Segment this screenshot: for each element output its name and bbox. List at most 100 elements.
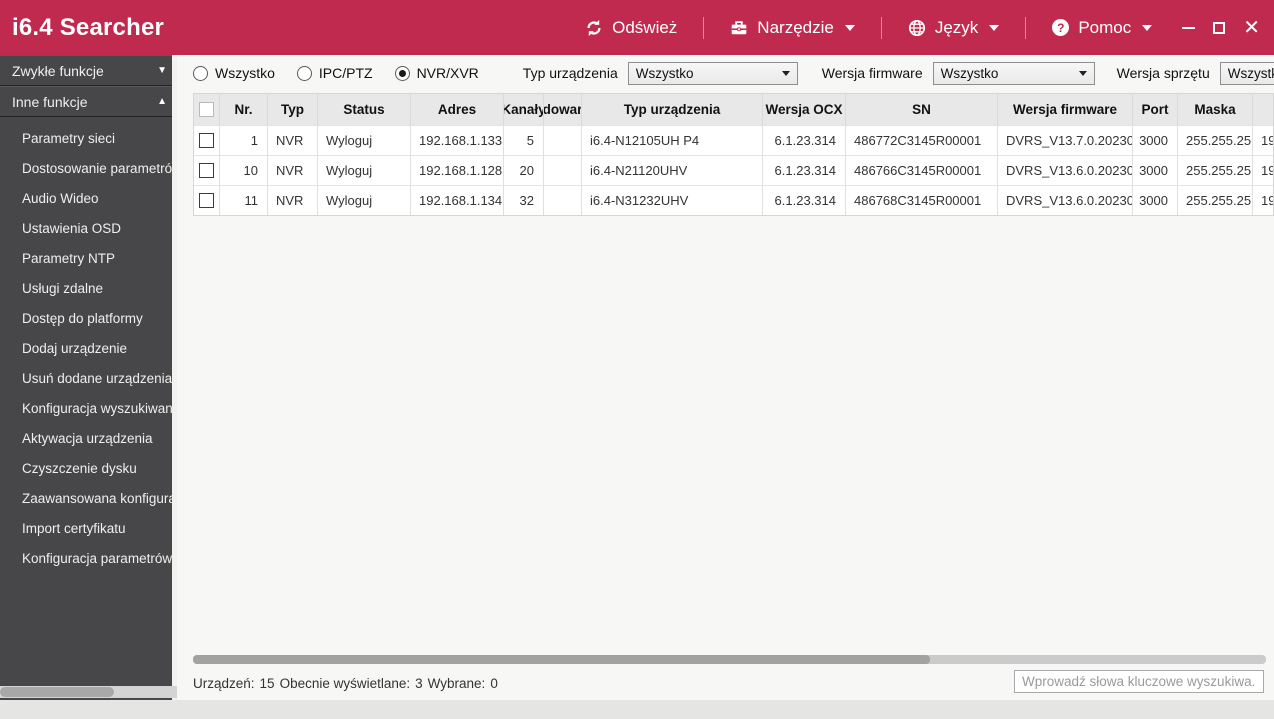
sidebar-item-osd-settings[interactable]: Ustawienia OSD	[0, 213, 177, 243]
cell-nr: 1	[220, 126, 268, 155]
chevron-up-icon: ▲	[157, 96, 167, 107]
cell-kanaly: 20	[504, 156, 544, 185]
radio-ipc-ptz[interactable]: IPC/PTZ	[296, 65, 373, 81]
col-adres[interactable]: Adres	[411, 94, 504, 125]
refresh-button[interactable]: Odśwież	[559, 18, 703, 38]
row-checkbox[interactable]	[199, 193, 214, 208]
table-row[interactable]: 10 NVR Wyloguj 192.168.1.128 20 i6.4-N21…	[194, 155, 1273, 185]
cell-wersja-ocx: 6.1.23.314	[763, 156, 846, 185]
sidebar-item-remote-services[interactable]: Usługi zdalne	[0, 273, 177, 303]
sidebar-item-search-config[interactable]: Konfiguracja wyszukiwania	[0, 393, 177, 423]
cell-sn: 486766C3145R00001	[846, 156, 998, 185]
sidebar-item-adjust-network-params[interactable]: Dostosowanie parametrów sie	[0, 153, 177, 183]
table-row[interactable]: 1 NVR Wyloguj 192.168.1.133 5 i6.4-N1210…	[194, 125, 1273, 155]
firmware-version-filter-label: Wersja firmware	[821, 65, 923, 81]
firmware-version-select[interactable]: Wszystko	[932, 61, 1095, 85]
cell-nr: 11	[220, 186, 268, 215]
sidebar-section-common-functions[interactable]: Zwykłe funkcje ▼	[0, 55, 177, 86]
table-header-row: Nr. Typ Status Adres Kanały dowar Typ ur…	[194, 94, 1273, 125]
col-clipped[interactable]: dowar	[544, 94, 582, 125]
section-label: Inne funkcje	[12, 93, 88, 110]
sidebar-item-network-params[interactable]: Parametry sieci	[0, 123, 177, 153]
cell-wersja-ocx: 6.1.23.314	[763, 186, 846, 215]
hardware-version-select[interactable]: Wszystko	[1219, 61, 1274, 85]
col-status[interactable]: Status	[318, 94, 411, 125]
sidebar-item-audio-video[interactable]: Audio Wideo	[0, 183, 177, 213]
col-wersja-ocx[interactable]: Wersja OCX	[763, 94, 846, 125]
col-sn[interactable]: SN	[846, 94, 998, 125]
sidebar-horizontal-scrollbar[interactable]	[0, 686, 177, 698]
tools-menu-button[interactable]: Narzędzie	[704, 18, 881, 38]
sidebar-item-device-activation[interactable]: Aktywacja urządzenia	[0, 423, 177, 453]
table-scrollbar-thumb[interactable]	[193, 655, 930, 664]
help-menu-button[interactable]: ? Pomoc	[1026, 18, 1178, 38]
globe-icon	[908, 19, 926, 37]
main-content: Wszystko IPC/PTZ NVR/XVR Typ urządzenia …	[177, 55, 1274, 700]
devices-label: Urządzeń:	[193, 675, 255, 691]
refresh-label: Odśwież	[612, 17, 678, 37]
search-input[interactable]	[1014, 670, 1264, 693]
titlebar: i6.4 Searcher Odśwież Narzędzie Język ? …	[0, 0, 1274, 55]
sidebar-item-import-certificate[interactable]: Import certyfikatu	[0, 513, 177, 543]
header-checkbox-cell	[194, 94, 220, 125]
sidebar-item-remove-added-devices[interactable]: Usuń dodane urządzenia	[0, 363, 177, 393]
sidebar-item-disk-cleanup[interactable]: Czyszczenie dysku	[0, 453, 177, 483]
col-typ-urzadzenia[interactable]: Typ urządzenia	[582, 94, 763, 125]
row-checkbox-cell	[194, 186, 220, 215]
cell-adres: 192.168.1.133	[411, 126, 504, 155]
device-table: Nr. Typ Status Adres Kanały dowar Typ ur…	[193, 93, 1274, 216]
close-button[interactable]: ✕	[1243, 18, 1260, 38]
table-horizontal-scrollbar[interactable]	[193, 655, 1266, 664]
cell-maska: 255.255.25...	[1178, 156, 1253, 185]
col-typ[interactable]: Typ	[268, 94, 318, 125]
sidebar-section-other-functions[interactable]: Inne funkcje ▲	[0, 86, 177, 117]
chevron-down-icon	[844, 24, 855, 31]
col-maska[interactable]: Maska	[1178, 94, 1253, 125]
col-kanaly[interactable]: Kanały	[504, 94, 544, 125]
col-port[interactable]: Port	[1133, 94, 1178, 125]
table-row[interactable]: 11 NVR Wyloguj 192.168.1.134 32 i6.4-N31…	[194, 185, 1273, 215]
chevron-down-icon	[989, 24, 1000, 31]
sidebar-item-add-device[interactable]: Dodaj urządzenie	[0, 333, 177, 363]
sidebar-item-network-params-config[interactable]: Konfiguracja parametrów siec	[0, 543, 177, 573]
radio-all[interactable]: Wszystko	[193, 65, 275, 81]
radio-nvr-xvr[interactable]: NVR/XVR	[394, 65, 479, 81]
selected-value: Wszystko	[1227, 65, 1274, 81]
col-wersja-firmware[interactable]: Wersja firmware	[998, 94, 1133, 125]
dropdown-filters: Typ urządzenia Wszystko Wersja firmware …	[523, 61, 1274, 85]
devices-count: 15	[259, 675, 275, 691]
minimize-button[interactable]	[1182, 26, 1196, 29]
search-box	[1014, 670, 1264, 693]
cell-maska: 255.255.25...	[1178, 126, 1253, 155]
maximize-button[interactable]	[1213, 21, 1226, 34]
toolbox-icon	[730, 19, 748, 37]
filter-bar: Wszystko IPC/PTZ NVR/XVR Typ urządzenia …	[193, 56, 1274, 90]
radio-icon	[296, 65, 312, 81]
window-controls: ✕	[1178, 18, 1274, 38]
sidebar-scrollbar-thumb[interactable]	[0, 687, 114, 697]
cell-adres: 192.168.1.134	[411, 186, 504, 215]
radio-icon	[394, 65, 410, 81]
col-nr[interactable]: Nr.	[220, 94, 268, 125]
cell-sn: 486768C3145R00001	[846, 186, 998, 215]
row-checkbox[interactable]	[199, 163, 214, 178]
row-checkbox[interactable]	[199, 133, 214, 148]
sidebar-item-advanced-config[interactable]: Zaawansowana konfiguracja w	[0, 483, 177, 513]
row-checkbox-cell	[194, 156, 220, 185]
displayed-label: Obecnie wyświetlane:	[279, 675, 411, 691]
sidebar-item-platform-access[interactable]: Dostęp do platformy	[0, 303, 177, 333]
language-menu-button[interactable]: Język	[882, 18, 1025, 38]
device-type-select[interactable]: Wszystko	[627, 61, 798, 85]
select-all-checkbox[interactable]	[199, 102, 214, 117]
selected-label: Wybrane:	[427, 675, 486, 691]
cell-maska: 255.255.25...	[1178, 186, 1253, 215]
cell-edge-clipped: 19	[1261, 133, 1273, 148]
app-title: i6.4 Searcher	[12, 13, 165, 41]
chevron-down-icon	[1142, 24, 1153, 31]
help-icon: ?	[1052, 19, 1070, 36]
cell-wersja-ocx: 6.1.23.314	[763, 126, 846, 155]
cell-clipped	[544, 156, 582, 185]
sidebar-item-ntp-params[interactable]: Parametry NTP	[0, 243, 177, 273]
displayed-count: 3	[415, 675, 423, 691]
section-label: Zwykłe funkcje	[12, 62, 104, 79]
